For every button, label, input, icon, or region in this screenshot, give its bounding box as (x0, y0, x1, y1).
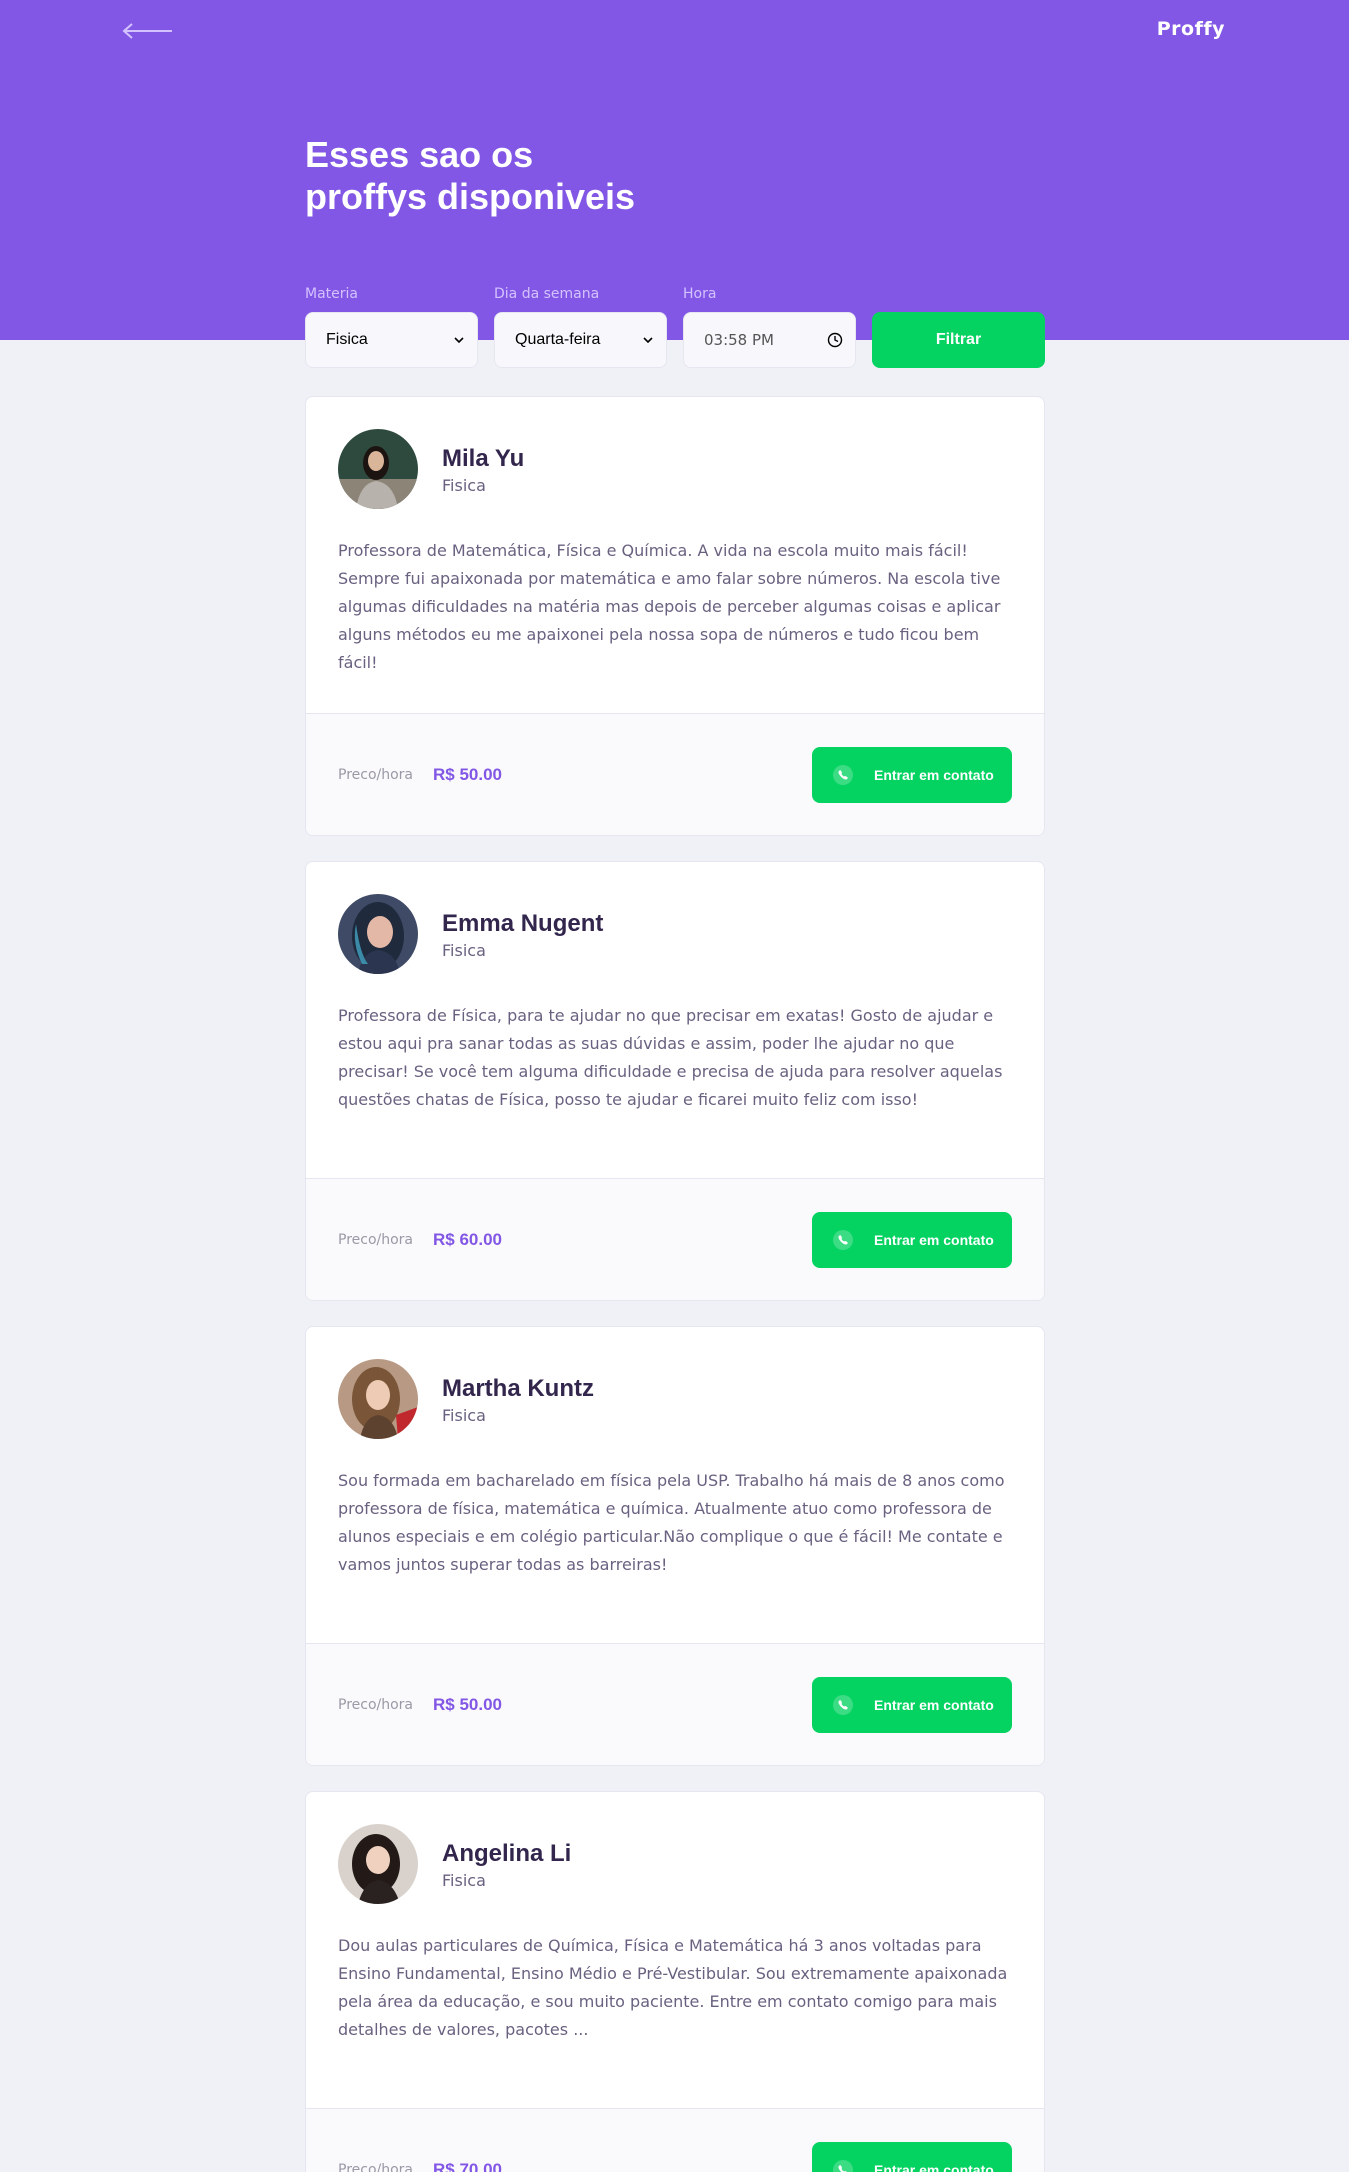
teacher-card-header: Mila Yu Fisica (338, 429, 524, 509)
teacher-card: Mila Yu Fisica Professora de Matemática,… (305, 396, 1045, 836)
weekday-select[interactable]: Quarta-feira (494, 312, 667, 368)
whatsapp-icon (833, 1229, 853, 1250)
proffy-logo: Proffy (1156, 18, 1225, 40)
teacher-bio: Sou formada em bacharelado em física pel… (338, 1471, 1005, 1574)
contact-button-label: Entrar em contato (874, 1696, 994, 1713)
chevron-down-icon (454, 337, 464, 344)
price-value: R$ 50.00 (433, 764, 503, 784)
teacher-card-header: Angelina Li Fisica (338, 1824, 571, 1904)
contact-button-label: Entrar em contato (874, 766, 994, 783)
subject-select[interactable]: Fisica (305, 312, 478, 368)
contact-button[interactable]: Entrar em contato (812, 1211, 1012, 1268)
teacher-card-footer: Preco/hora R$ 50.00 Entrar em contato (306, 1643, 1044, 1765)
teacher-subject: Fisica (442, 940, 486, 960)
price-value: R$ 70.00 (433, 2159, 503, 2172)
avatar (338, 429, 418, 509)
price-label: Preco/hora (338, 766, 414, 783)
subject-label: Materia (305, 286, 358, 302)
teacher-subject: Fisica (442, 1870, 486, 1890)
teacher-card-header: Martha Kuntz Fisica (338, 1359, 594, 1439)
price-label: Preco/hora (338, 2161, 414, 2172)
teacher-card-footer: Preco/hora R$ 50.00 Entrar em contato (306, 713, 1044, 835)
contact-button[interactable]: Entrar em contato (812, 2141, 1012, 2172)
page-title: Esses sao os proffys disponiveis (305, 134, 765, 218)
subject-field: Materia Fisica (305, 284, 478, 368)
teacher-card-footer: Preco/hora R$ 70.00 Entrar em contato (306, 2108, 1044, 2172)
avatar (338, 1359, 418, 1439)
avatar (338, 1824, 418, 1904)
page-title-line-1: Esses sao os (305, 134, 534, 175)
price-value: R$ 60.00 (433, 1229, 503, 1249)
contact-button-label: Entrar em contato (874, 1231, 994, 1248)
teacher-info: Angelina Li Fisica (442, 1839, 571, 1890)
whatsapp-icon (833, 1694, 853, 1715)
contact-button-label: Entrar em contato (874, 2161, 994, 2172)
teacher-subject: Fisica (442, 1405, 486, 1425)
contact-button[interactable]: Entrar em contato (812, 746, 1012, 803)
teacher-card: Martha Kuntz Fisica Sou formada em bacha… (305, 1326, 1045, 1766)
teacher-card: Angelina Li Fisica Dou aulas particulare… (305, 1791, 1045, 2172)
time-input[interactable]: 03:58 PM (683, 312, 856, 368)
weekday-select-value: Quarta-feira (515, 331, 601, 348)
teacher-name: Emma Nugent (442, 909, 604, 937)
contact-button[interactable]: Entrar em contato (812, 1676, 1012, 1733)
whatsapp-icon (833, 764, 853, 785)
price: Preco/hora R$ 60.00 (338, 1230, 502, 1250)
teacher-name: Angelina Li (442, 1839, 572, 1867)
teacher-info: Martha Kuntz Fisica (442, 1374, 594, 1425)
price-label: Preco/hora (338, 1696, 414, 1713)
teacher-info: Emma Nugent Fisica (442, 909, 603, 960)
page-title-line-2: proffys disponiveis (305, 176, 636, 217)
teacher-card-footer: Preco/hora R$ 60.00 Entrar em contato (306, 1178, 1044, 1300)
teacher-info: Mila Yu Fisica (442, 444, 524, 495)
avatar (338, 894, 418, 974)
teacher-subject: Fisica (442, 475, 486, 495)
teacher-bio: Professora de Física, para te ajudar no … (338, 1006, 1003, 1109)
search-filters: Materia Fisica Dia da semana Quarta-feir… (305, 284, 1045, 368)
back-arrow-icon[interactable] (118, 18, 176, 44)
teacher-bio: Professora de Matemática, Física e Quími… (338, 541, 1001, 672)
teacher-name: Mila Yu (442, 444, 525, 472)
price-label: Preco/hora (338, 1231, 414, 1248)
filter-button[interactable]: Filtrar (872, 312, 1045, 368)
price-value: R$ 50.00 (433, 1694, 503, 1714)
price: Preco/hora R$ 50.00 (338, 1695, 502, 1715)
subject-select-value: Fisica (326, 331, 368, 348)
teacher-list: Mila Yu Fisica Professora de Matemática,… (305, 396, 1045, 2172)
weekday-field: Dia da semana Quarta-feira (494, 284, 667, 368)
time-field: Hora 03:58 PM (683, 284, 856, 368)
teacher-bio: Dou aulas particulares de Química, Físic… (338, 1936, 1008, 2039)
teacher-card: Emma Nugent Fisica Professora de Física,… (305, 861, 1045, 1301)
price: Preco/hora R$ 50.00 (338, 765, 502, 785)
time-input-value: 03:58 PM (704, 331, 774, 349)
price: Preco/hora R$ 70.00 (338, 2160, 502, 2172)
weekday-label: Dia da semana (494, 286, 600, 302)
time-label: Hora (683, 286, 717, 302)
clock-icon[interactable] (827, 332, 843, 348)
whatsapp-icon (833, 2159, 853, 2172)
teacher-card-header: Emma Nugent Fisica (338, 894, 603, 974)
teacher-name: Martha Kuntz (442, 1374, 594, 1402)
chevron-down-icon (643, 337, 653, 344)
